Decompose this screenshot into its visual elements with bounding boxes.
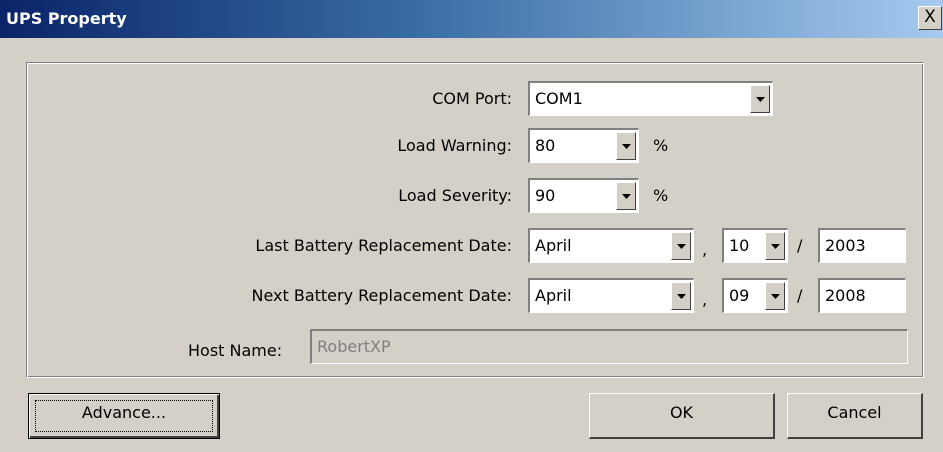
next-battery-date-label: Next Battery Replacement Date: — [251, 286, 512, 305]
host-name-label: Host Name: — [188, 341, 283, 360]
cancel-button[interactable]: Cancel — [787, 393, 923, 439]
date-slash-separator: / — [797, 286, 803, 305]
com-port-label: COM Port: — [432, 89, 512, 108]
title-bar: UPS Property X — [0, 0, 943, 38]
last-battery-year-value: 2003 — [825, 236, 866, 255]
load-severity-unit: % — [653, 186, 669, 205]
last-battery-day-value: 10 — [729, 236, 750, 255]
next-battery-year-value: 2008 — [825, 286, 866, 305]
next-battery-month-value: April — [535, 286, 572, 305]
chevron-down-icon[interactable] — [765, 282, 785, 310]
date-comma-separator: , — [702, 240, 708, 259]
advance-button[interactable]: Advance... — [28, 393, 220, 439]
ok-button[interactable]: OK — [589, 393, 775, 439]
date-slash-separator: / — [797, 236, 803, 255]
chevron-down-icon[interactable] — [671, 232, 691, 260]
cancel-button-label: Cancel — [827, 403, 882, 422]
host-name-input[interactable]: RobertXP — [310, 329, 908, 364]
next-battery-day-value: 09 — [729, 286, 750, 305]
load-warning-unit: % — [653, 136, 669, 155]
chevron-down-icon[interactable] — [616, 182, 636, 210]
next-battery-day-select[interactable]: 09 — [722, 278, 788, 313]
last-battery-month-value: April — [535, 236, 572, 255]
next-battery-month-select[interactable]: April — [528, 278, 694, 313]
load-severity-label: Load Severity: — [398, 186, 512, 205]
next-battery-year-input[interactable]: 2008 — [818, 278, 906, 313]
last-battery-year-input[interactable]: 2003 — [818, 228, 906, 263]
chevron-down-icon[interactable] — [616, 132, 636, 160]
load-warning-value: 80 — [535, 136, 556, 155]
advance-button-label: Advance... — [81, 403, 167, 422]
window-title: UPS Property — [6, 9, 127, 28]
last-battery-date-label: Last Battery Replacement Date: — [255, 236, 512, 255]
load-severity-value: 90 — [535, 186, 556, 205]
chevron-down-icon[interactable] — [750, 85, 770, 113]
host-name-value: RobertXP — [317, 337, 391, 356]
com-port-value: COM1 — [535, 89, 583, 108]
load-severity-select[interactable]: 90 — [528, 178, 639, 213]
load-warning-label: Load Warning: — [397, 136, 512, 155]
close-icon: X — [924, 7, 936, 27]
date-comma-separator: , — [702, 290, 708, 309]
close-button[interactable]: X — [918, 6, 942, 30]
chevron-down-icon[interactable] — [765, 232, 785, 260]
com-port-select[interactable]: COM1 — [528, 81, 773, 116]
last-battery-day-select[interactable]: 10 — [722, 228, 788, 263]
last-battery-month-select[interactable]: April — [528, 228, 694, 263]
chevron-down-icon[interactable] — [671, 282, 691, 310]
load-warning-select[interactable]: 80 — [528, 128, 639, 163]
ok-button-label: OK — [669, 403, 694, 422]
